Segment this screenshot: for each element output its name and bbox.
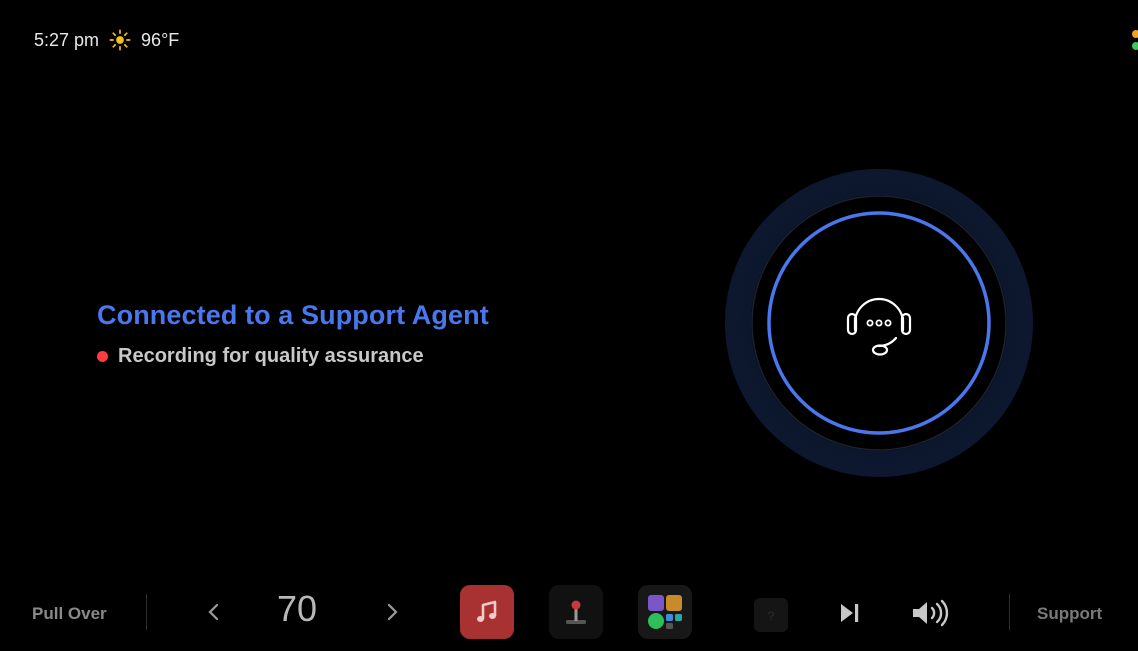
joystick-app-icon xyxy=(566,600,586,624)
chevron-right-icon xyxy=(387,603,398,621)
sun-icon xyxy=(109,29,131,51)
svg-text:?: ? xyxy=(768,609,775,623)
volume-button[interactable] xyxy=(910,596,952,630)
arcade-app-button[interactable] xyxy=(549,585,603,639)
support-button[interactable]: Support xyxy=(1037,604,1102,624)
volume-icon xyxy=(913,599,949,627)
speed-decrease-button[interactable] xyxy=(200,594,228,630)
call-title: Connected to a Support Agent xyxy=(97,300,489,330)
clock: 5:27 pm xyxy=(34,29,100,50)
app-tray-button[interactable]: ? xyxy=(754,598,788,632)
media-apps-folder-button[interactable] xyxy=(638,585,692,639)
dock-divider xyxy=(146,594,147,630)
recording-dot-icon xyxy=(97,351,108,362)
skip-next-icon xyxy=(841,604,859,622)
music-app-icon xyxy=(477,600,497,622)
music-app-button[interactable] xyxy=(460,585,514,639)
recording-text: Recording for quality assurance xyxy=(118,345,424,367)
speed-increase-button[interactable] xyxy=(378,594,406,630)
skip-next-button[interactable] xyxy=(838,596,862,630)
temperature: 96°F xyxy=(141,29,180,50)
status-indicator-icon xyxy=(1132,30,1138,54)
recording-notice: Recording for quality assurance xyxy=(97,345,489,368)
support-agent-orb[interactable] xyxy=(724,168,1034,478)
chevron-left-icon xyxy=(208,603,219,621)
dock-divider xyxy=(1009,594,1010,630)
bottom-dock: Pull Over 70 ? Support xyxy=(0,576,1138,651)
media-apps-folder-icon xyxy=(648,595,682,629)
screen: 5:27 pm 96°F Connected to a Support Agen… xyxy=(0,8,1138,643)
status-bar: 5:27 pm 96°F xyxy=(34,26,179,54)
pull-over-button[interactable]: Pull Over xyxy=(32,604,107,624)
call-info: Connected to a Support Agent Recording f… xyxy=(97,300,489,368)
question-icon: ? xyxy=(768,609,775,623)
speed-limit-value: 70 xyxy=(277,588,318,629)
